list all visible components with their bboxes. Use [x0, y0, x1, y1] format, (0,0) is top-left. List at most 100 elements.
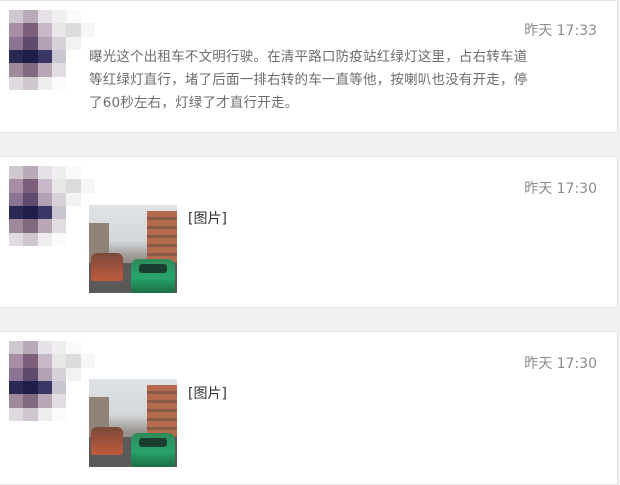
avatar-mosaic-cell	[80, 179, 95, 193]
avatar-mosaic-cell	[9, 380, 24, 395]
avatar-mosaic-cell	[51, 63, 67, 77]
avatar-mosaic-cell	[9, 394, 24, 408]
avatar-mosaic-cell	[51, 179, 67, 193]
avatar-mosaic-cell	[9, 166, 24, 180]
photo-taxi	[131, 259, 175, 293]
avatar-mosaic-cell	[23, 394, 38, 408]
avatar-mosaic-cell	[9, 49, 24, 64]
avatar-mosaic-cell	[23, 49, 38, 64]
avatar-mosaic-cell	[9, 367, 24, 381]
avatar-mosaic-cell	[66, 23, 81, 37]
avatar-mosaic-cell	[9, 354, 24, 368]
avatar-mosaic-cell	[37, 407, 52, 421]
avatar-mosaic-cell	[23, 354, 38, 368]
avatar-mosaic-cell	[37, 23, 52, 37]
avatar-mosaic-cell	[80, 192, 95, 206]
avatar-mosaic-cell	[66, 219, 81, 233]
avatar-mosaic-cell	[37, 341, 52, 355]
avatar-mosaic-cell	[66, 63, 81, 77]
photo-car	[91, 427, 123, 455]
avatar-mosaic-cell	[9, 232, 24, 246]
avatar-mosaic-cell	[80, 10, 95, 24]
avatar-mosaic-cell	[66, 407, 81, 421]
avatar-mosaic-cell	[37, 232, 52, 246]
avatar-mosaic-cell	[66, 49, 81, 64]
avatar-mosaic-cell	[23, 219, 38, 233]
avatar-mosaic-cell	[80, 354, 95, 368]
post-photo-thumbnail[interactable]	[89, 379, 177, 467]
avatar-mosaic-cell	[51, 166, 67, 180]
avatar-mosaic-cell	[37, 394, 52, 408]
avatar-mosaic-cell	[51, 341, 67, 355]
avatar-mosaic-cell	[9, 341, 24, 355]
avatar-mosaic-cell	[51, 354, 67, 368]
avatar-mosaic-cell	[80, 341, 95, 355]
avatar-mosaic-cell	[9, 10, 24, 24]
avatar-mosaic-cell	[51, 205, 67, 220]
avatar-mosaic-cell	[37, 380, 52, 395]
avatar-mosaic-cell	[37, 63, 52, 77]
avatar-mosaic-cell	[66, 205, 81, 220]
avatar-mosaic-cell	[23, 10, 38, 24]
avatar-mosaic-cell	[66, 232, 81, 246]
post-card: 昨天 17:33 曝光这个出租车不文明行驶。在清平路口防疫站红绿灯这里，占右转车…	[0, 0, 618, 133]
avatar-mosaic-cell	[23, 407, 38, 421]
avatar-mosaic-cell	[51, 76, 67, 90]
avatar-mosaic-cell	[51, 192, 67, 206]
avatar-mosaic-cell	[66, 192, 81, 206]
post-text: 曝光这个出租车不文明行驶。在清平路口防疫站红绿灯这里，占右转车道等红绿灯直行，堵…	[89, 49, 528, 111]
avatar-mosaic-cell	[66, 179, 81, 193]
avatar-mosaic-cell	[23, 341, 38, 355]
image-label: [图片]	[188, 211, 227, 227]
avatar-mosaic-cell	[23, 76, 38, 90]
photo-taxi	[131, 433, 175, 467]
post-time: 昨天 17:33	[524, 23, 597, 39]
avatar-mosaic-cell	[66, 380, 81, 395]
avatar-mosaic-cell	[23, 232, 38, 246]
avatar[interactable]	[9, 341, 95, 421]
avatar-mosaic-cell	[66, 10, 81, 24]
avatar-mosaic-cell	[80, 166, 95, 180]
avatar-mosaic-cell	[37, 36, 52, 50]
avatar-mosaic-cell	[51, 394, 67, 408]
avatar[interactable]	[9, 166, 95, 246]
avatar-mosaic-cell	[37, 49, 52, 64]
avatar-mosaic-cell	[66, 394, 81, 408]
avatar-mosaic-cell	[23, 179, 38, 193]
post-photo-thumbnail[interactable]	[89, 205, 177, 293]
post-card: 昨天 17:30 [图片]	[0, 331, 618, 485]
avatar[interactable]	[9, 10, 95, 90]
avatar-mosaic-cell	[66, 354, 81, 368]
avatar-mosaic-cell	[9, 219, 24, 233]
avatar-mosaic-cell	[9, 63, 24, 77]
avatar-mosaic-cell	[37, 10, 52, 24]
post-time: 昨天 17:30	[524, 356, 597, 372]
avatar-mosaic-cell	[23, 36, 38, 50]
avatar-mosaic-cell	[9, 76, 24, 90]
avatar-mosaic-cell	[37, 367, 52, 381]
avatar-mosaic-cell	[37, 179, 52, 193]
avatar-mosaic-cell	[51, 36, 67, 50]
avatar-mosaic-cell	[37, 354, 52, 368]
avatar-mosaic-cell	[51, 380, 67, 395]
avatar-mosaic-cell	[9, 192, 24, 206]
avatar-mosaic-cell	[66, 36, 81, 50]
avatar-mosaic-cell	[51, 407, 67, 421]
post-time: 昨天 17:30	[524, 181, 597, 197]
avatar-mosaic-cell	[23, 367, 38, 381]
avatar-mosaic-cell	[51, 49, 67, 64]
avatar-mosaic-cell	[9, 179, 24, 193]
avatar-mosaic-cell	[9, 23, 24, 37]
avatar-mosaic-cell	[66, 166, 81, 180]
photo-car	[91, 253, 123, 281]
avatar-mosaic-cell	[23, 192, 38, 206]
avatar-mosaic-cell	[51, 10, 67, 24]
avatar-mosaic-cell	[9, 36, 24, 50]
avatar-mosaic-cell	[51, 232, 67, 246]
avatar-mosaic-cell	[37, 76, 52, 90]
avatar-mosaic-cell	[23, 23, 38, 37]
image-label: [图片]	[188, 386, 227, 402]
avatar-mosaic-cell	[23, 63, 38, 77]
avatar-mosaic-cell	[37, 166, 52, 180]
avatar-mosaic-cell	[66, 341, 81, 355]
